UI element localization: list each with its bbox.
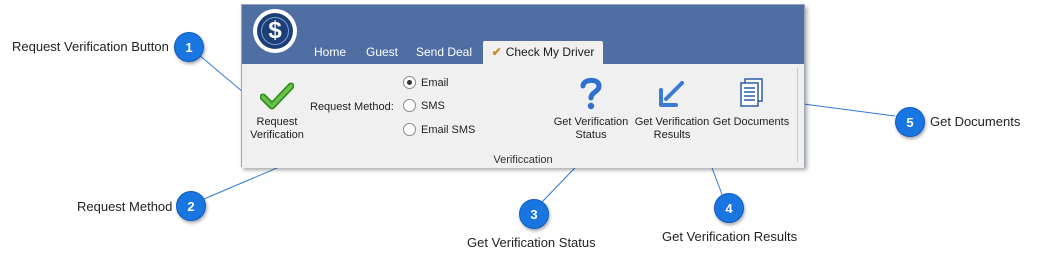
title-bar: $ Home Guest Send Deal ✔ Check My Driver	[242, 5, 804, 64]
question-mark-icon	[580, 77, 602, 110]
radio-sms-label: SMS	[421, 100, 445, 112]
callout-text-5: Get Documents	[930, 114, 1021, 129]
dollar-logo-icon: $	[257, 13, 293, 49]
tab-check-my-driver[interactable]: ✔ Check My Driver	[483, 41, 603, 64]
callout-badge-4: 4	[714, 193, 744, 223]
radio-sms[interactable]: SMS	[403, 98, 445, 114]
check-icon: ✔	[491, 45, 502, 59]
ribbon-body: Request Verification Request Method: Ema…	[242, 64, 804, 168]
ribbon-group-label: Verificcation	[493, 154, 553, 166]
get-verification-results-button[interactable]: Get Verification Results	[633, 74, 711, 142]
callout-text-2: Request Method	[77, 199, 173, 214]
radio-email-sms-label: Email SMS	[421, 124, 476, 136]
tab-send-deal[interactable]: Send Deal	[410, 41, 478, 64]
radio-button-icon	[403, 75, 416, 89]
get-documents-label: Get Documents	[712, 116, 790, 128]
request-verification-label: Request Verification	[250, 116, 304, 142]
tab-home[interactable]: Home	[304, 41, 356, 64]
get-verification-status-button[interactable]: Get Verification Status	[549, 74, 633, 142]
request-method-label: Request Method:	[310, 101, 394, 113]
callout-text-1: Request Verification Button	[12, 39, 169, 54]
get-verification-status-line2: Status	[575, 129, 607, 141]
radio-email[interactable]: Email	[403, 75, 449, 91]
ribbon-window: $ Home Guest Send Deal ✔ Check My Driver …	[241, 4, 805, 168]
request-verification-button[interactable]: Request Verification	[250, 78, 304, 142]
app-logo[interactable]: $	[253, 9, 297, 53]
radio-button-icon	[403, 122, 416, 136]
get-verification-results-line2: Results	[653, 129, 691, 141]
request-verification-line2: Verification	[250, 129, 304, 141]
radio-button-icon	[403, 98, 416, 112]
callout-text-4: Get Verification Results	[662, 229, 798, 244]
get-verification-status-line1: Get Verification	[553, 116, 629, 128]
tab-check-my-driver-label: Check My Driver	[505, 45, 595, 59]
tab-guest[interactable]: Guest	[358, 41, 406, 64]
callout-badge-2: 2	[176, 191, 206, 221]
radio-email-sms[interactable]: Email SMS	[403, 122, 475, 138]
download-arrow-icon	[659, 81, 684, 107]
get-verification-results-line1: Get Verification	[634, 116, 710, 128]
callout-badge-5: 5	[895, 107, 925, 137]
get-verification-status-label: Get Verification Status	[549, 116, 633, 142]
callout-text-3: Get Verification Status	[467, 235, 596, 250]
request-verification-line1: Request	[256, 116, 298, 128]
documents-icon	[740, 78, 763, 107]
callout-badge-1: 1	[174, 32, 204, 62]
callout-badge-3: 3	[519, 199, 549, 229]
green-check-icon	[260, 82, 294, 110]
get-verification-results-label: Get Verification Results	[633, 116, 711, 142]
radio-email-label: Email	[421, 77, 449, 89]
get-documents-button[interactable]: Get Documents	[711, 74, 791, 142]
